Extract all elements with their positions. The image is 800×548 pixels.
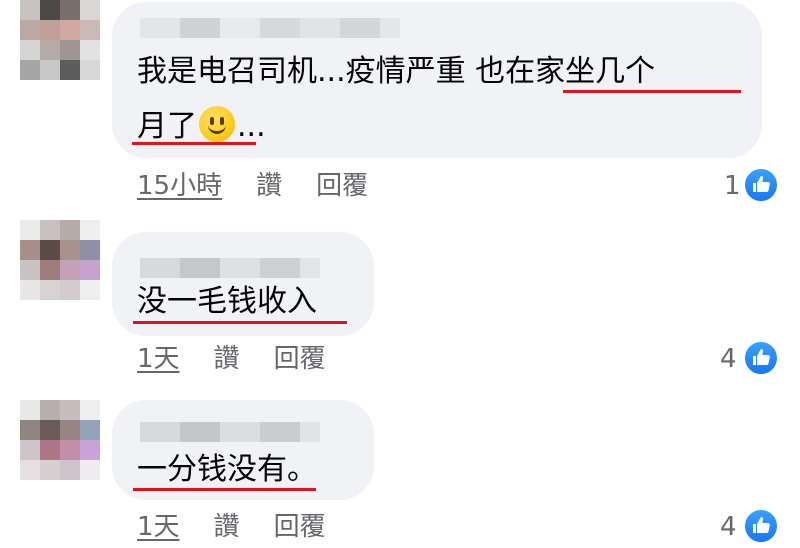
thumbs-up-icon[interactable] — [743, 508, 779, 544]
highlight-underline — [133, 321, 347, 324]
comment-text: 没一毛钱收入 — [137, 284, 317, 319]
avatar[interactable] — [20, 400, 100, 480]
reaction-count[interactable]: 1 — [724, 170, 741, 202]
like-button[interactable]: 讚 — [256, 171, 282, 201]
highlight-underline — [133, 488, 316, 491]
comment-actions: 1天 讚 回覆 — [137, 343, 326, 375]
comment-actions: 15小時 讚 回覆 — [137, 170, 368, 202]
comment-text: 我是电召司机...疫情严重 也在家坐几个 — [137, 54, 656, 89]
reply-button[interactable]: 回覆 — [274, 512, 326, 542]
commenter-name-blurred[interactable] — [140, 18, 400, 38]
comment-timestamp[interactable]: 1天 — [137, 512, 180, 542]
reaction-count[interactable]: 4 — [720, 343, 737, 375]
highlight-underline — [563, 90, 741, 93]
commenter-name-blurred[interactable] — [140, 258, 320, 278]
comment-timestamp[interactable]: 15小時 — [137, 171, 222, 201]
thumbs-up-icon[interactable] — [743, 340, 779, 376]
comment-text-line2: 月了... — [137, 106, 266, 147]
avatar[interactable] — [20, 220, 100, 300]
reply-button[interactable]: 回覆 — [316, 171, 368, 201]
like-button[interactable]: 讚 — [214, 344, 240, 374]
reaction-count[interactable]: 4 — [720, 511, 737, 543]
comment-actions: 1天 讚 回覆 — [137, 511, 326, 543]
comment-timestamp[interactable]: 1天 — [137, 344, 180, 374]
slightly-smiling-face-icon — [199, 106, 235, 142]
like-button[interactable]: 讚 — [214, 512, 240, 542]
reply-button[interactable]: 回覆 — [274, 344, 326, 374]
highlight-underline — [132, 142, 256, 145]
avatar[interactable] — [20, 0, 100, 80]
comment-text: 一分钱没有。 — [137, 452, 317, 487]
thumbs-up-icon[interactable] — [743, 167, 779, 203]
commenter-name-blurred[interactable] — [140, 422, 320, 442]
